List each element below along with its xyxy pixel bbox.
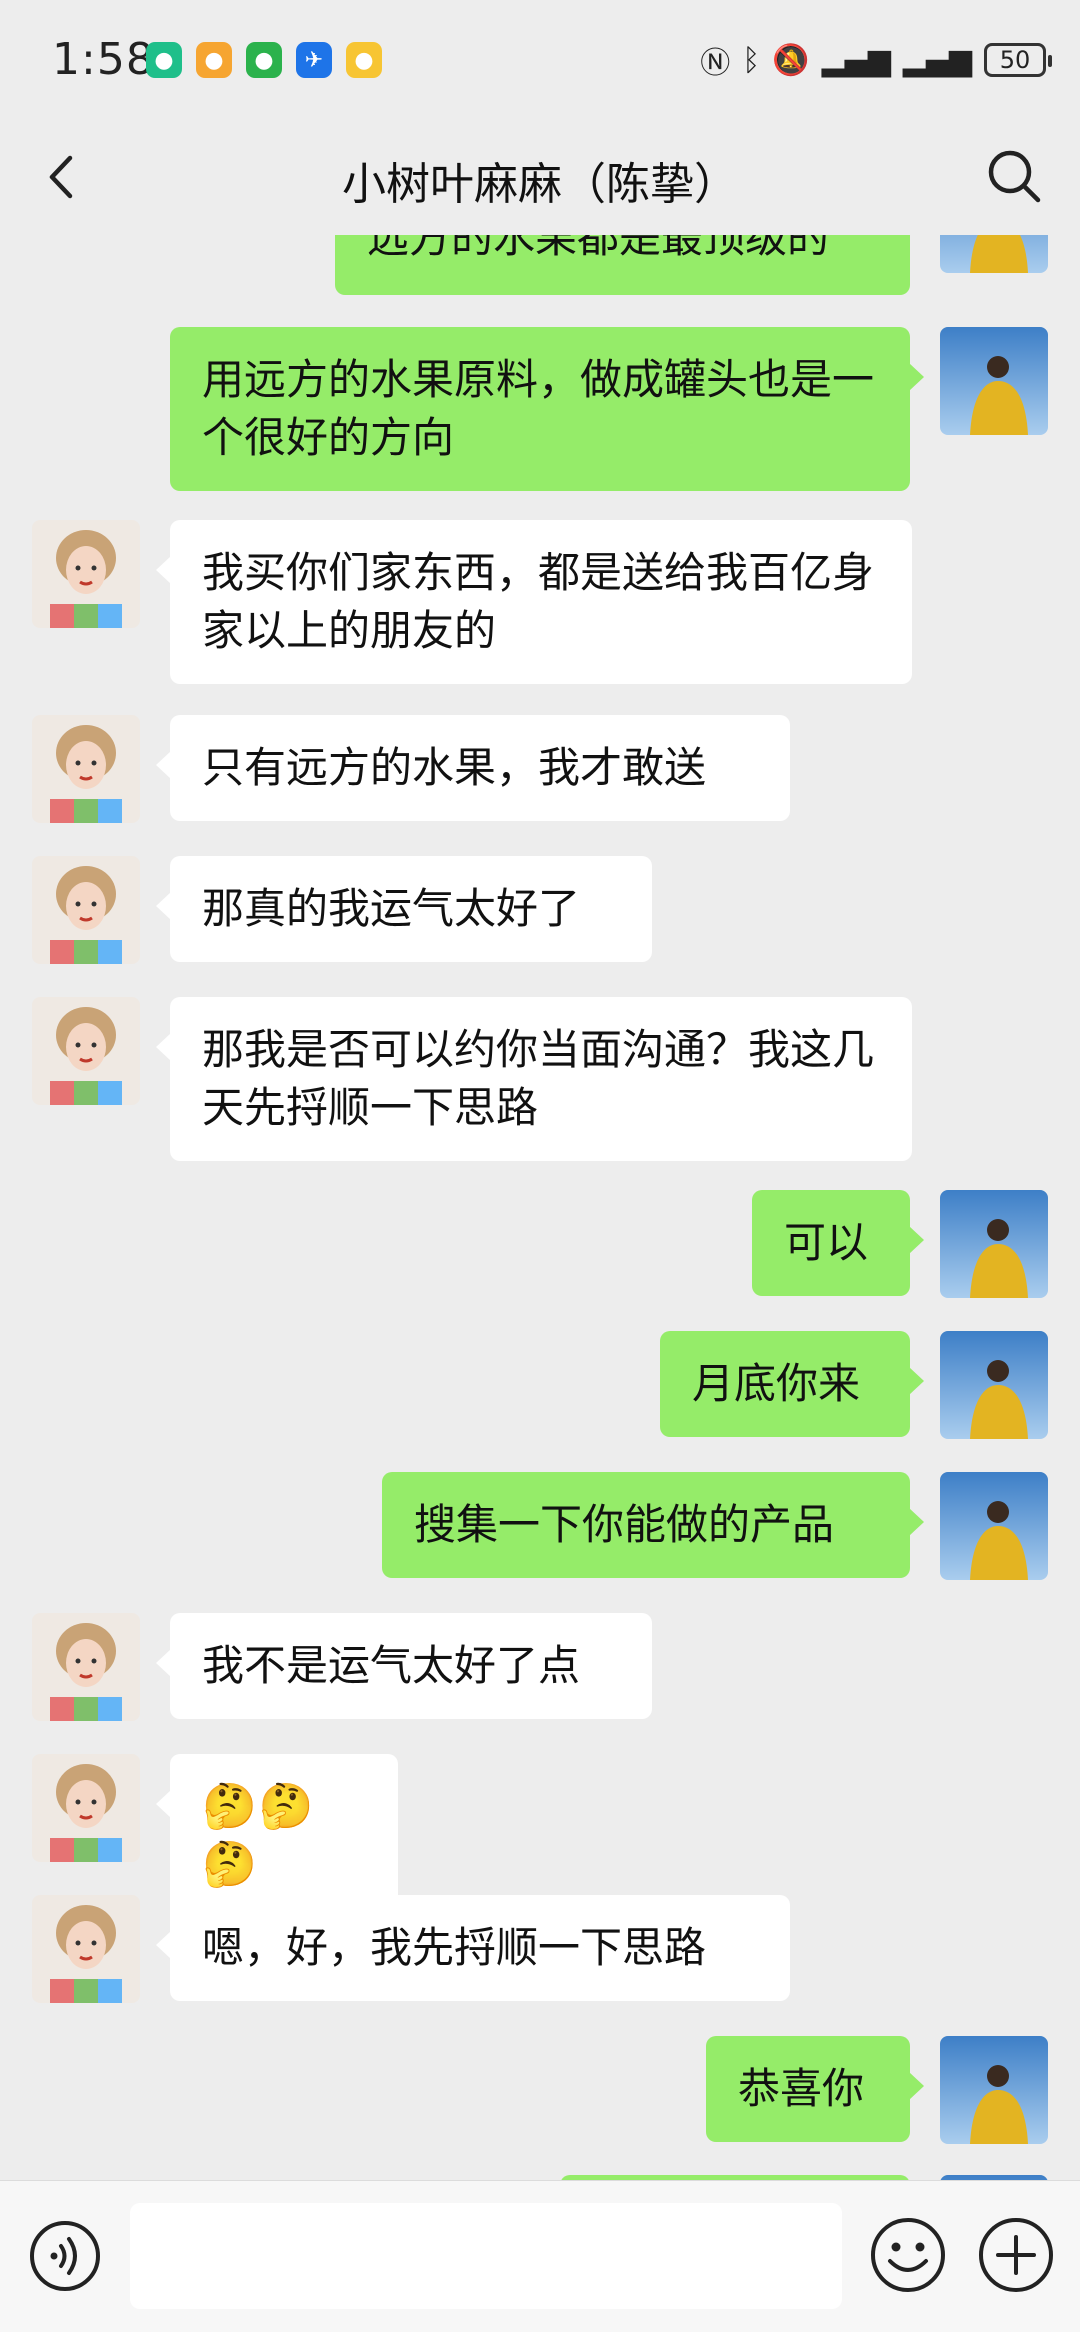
system-icons: Ⓝ ᛒ 🔕 ▂▄▆ ▂▄▆ 50 (700, 38, 1052, 82)
app-icon-green-2: ● (246, 42, 282, 78)
avatar-me[interactable] (940, 1331, 1048, 1439)
notification-icons: ● ● ● ✈ ● (146, 42, 382, 78)
avatar-contact[interactable] (32, 997, 140, 1105)
message-bubble[interactable]: 用远方的水果原料，做成罐头也是一个很好的方向 (170, 327, 924, 491)
chat-header: 小树叶麻麻（陈挚） (0, 122, 1080, 232)
avatar-me[interactable] (940, 1190, 1048, 1298)
message-bubble[interactable]: 可以 (752, 1190, 924, 1296)
input-bar (0, 2180, 1080, 2332)
chat-title: 小树叶麻麻（陈挚） (342, 159, 738, 210)
mute-icon: 🔕 (772, 42, 810, 78)
avatar-me[interactable] (940, 327, 1048, 435)
app-icon-blue: ✈ (296, 42, 332, 78)
avatar-contact[interactable] (32, 1754, 140, 1862)
message-bubble[interactable]: 月底你来 (660, 1331, 924, 1437)
nfc-icon: Ⓝ (700, 46, 731, 81)
app-icon-yellow: ● (346, 42, 382, 78)
avatar-contact[interactable] (32, 1613, 140, 1721)
app-icon-orange: ● (196, 42, 232, 78)
signal-icon-2: ▂▄▆ (902, 42, 972, 78)
bluetooth-icon: ᛒ (742, 42, 761, 78)
message-bubble[interactable]: 🤔🤔🤔 (156, 1754, 398, 1918)
message-bubble[interactable]: 搜集一下你能做的产品 (382, 1472, 924, 1578)
avatar-contact[interactable] (32, 715, 140, 823)
message-list[interactable]: 远方的水果都是最顶级的 用远方的水果原料，做成罐头也是一个很好的方向 我买你们家… (0, 235, 1080, 2180)
message-input[interactable] (130, 2203, 842, 2309)
message-bubble[interactable]: 恭喜你 (706, 2036, 924, 2142)
status-bar: 1:58 ● ● ● ✈ ● Ⓝ ᛒ 🔕 ▂▄▆ ▂▄▆ 50 (0, 0, 1080, 120)
message-bubble[interactable]: 我不是运气太好了点 (156, 1613, 652, 1719)
message-bubble[interactable]: 只有远方的水果，我才敢送 (156, 715, 790, 821)
signal-icon: ▂▄▆ (821, 42, 891, 78)
more-options-plus-icon[interactable] (976, 2215, 1056, 2295)
voice-input-icon[interactable] (28, 2219, 102, 2293)
message-bubble[interactable]: 那真的我运气太好了 (156, 856, 652, 962)
emoji-icon[interactable] (868, 2215, 948, 2295)
app-icon-green: ● (146, 42, 182, 78)
avatar-contact[interactable] (32, 1895, 140, 2003)
search-icon[interactable] (984, 146, 1044, 206)
battery-icon: 50 (984, 43, 1052, 77)
avatar-me[interactable] (940, 1472, 1048, 1580)
avatar-me[interactable] (940, 2036, 1048, 2144)
avatar-contact[interactable] (32, 520, 140, 628)
message-bubble[interactable]: 远方的水果都是最顶级的 (335, 235, 910, 295)
avatar-me[interactable] (940, 235, 1048, 273)
battery-level: 50 (999, 46, 1031, 74)
message-bubble[interactable]: 嗯，好，我先捋顺一下思路 (156, 1895, 790, 2001)
status-time: 1:58 (52, 34, 155, 85)
avatar-contact[interactable] (32, 856, 140, 964)
message-bubble[interactable]: 那我是否可以约你当面沟通？我这几天先捋顺一下思路 (156, 997, 912, 1161)
message-bubble[interactable]: 我买你们家东西，都是送给我百亿身家以上的朋友的 (156, 520, 912, 684)
